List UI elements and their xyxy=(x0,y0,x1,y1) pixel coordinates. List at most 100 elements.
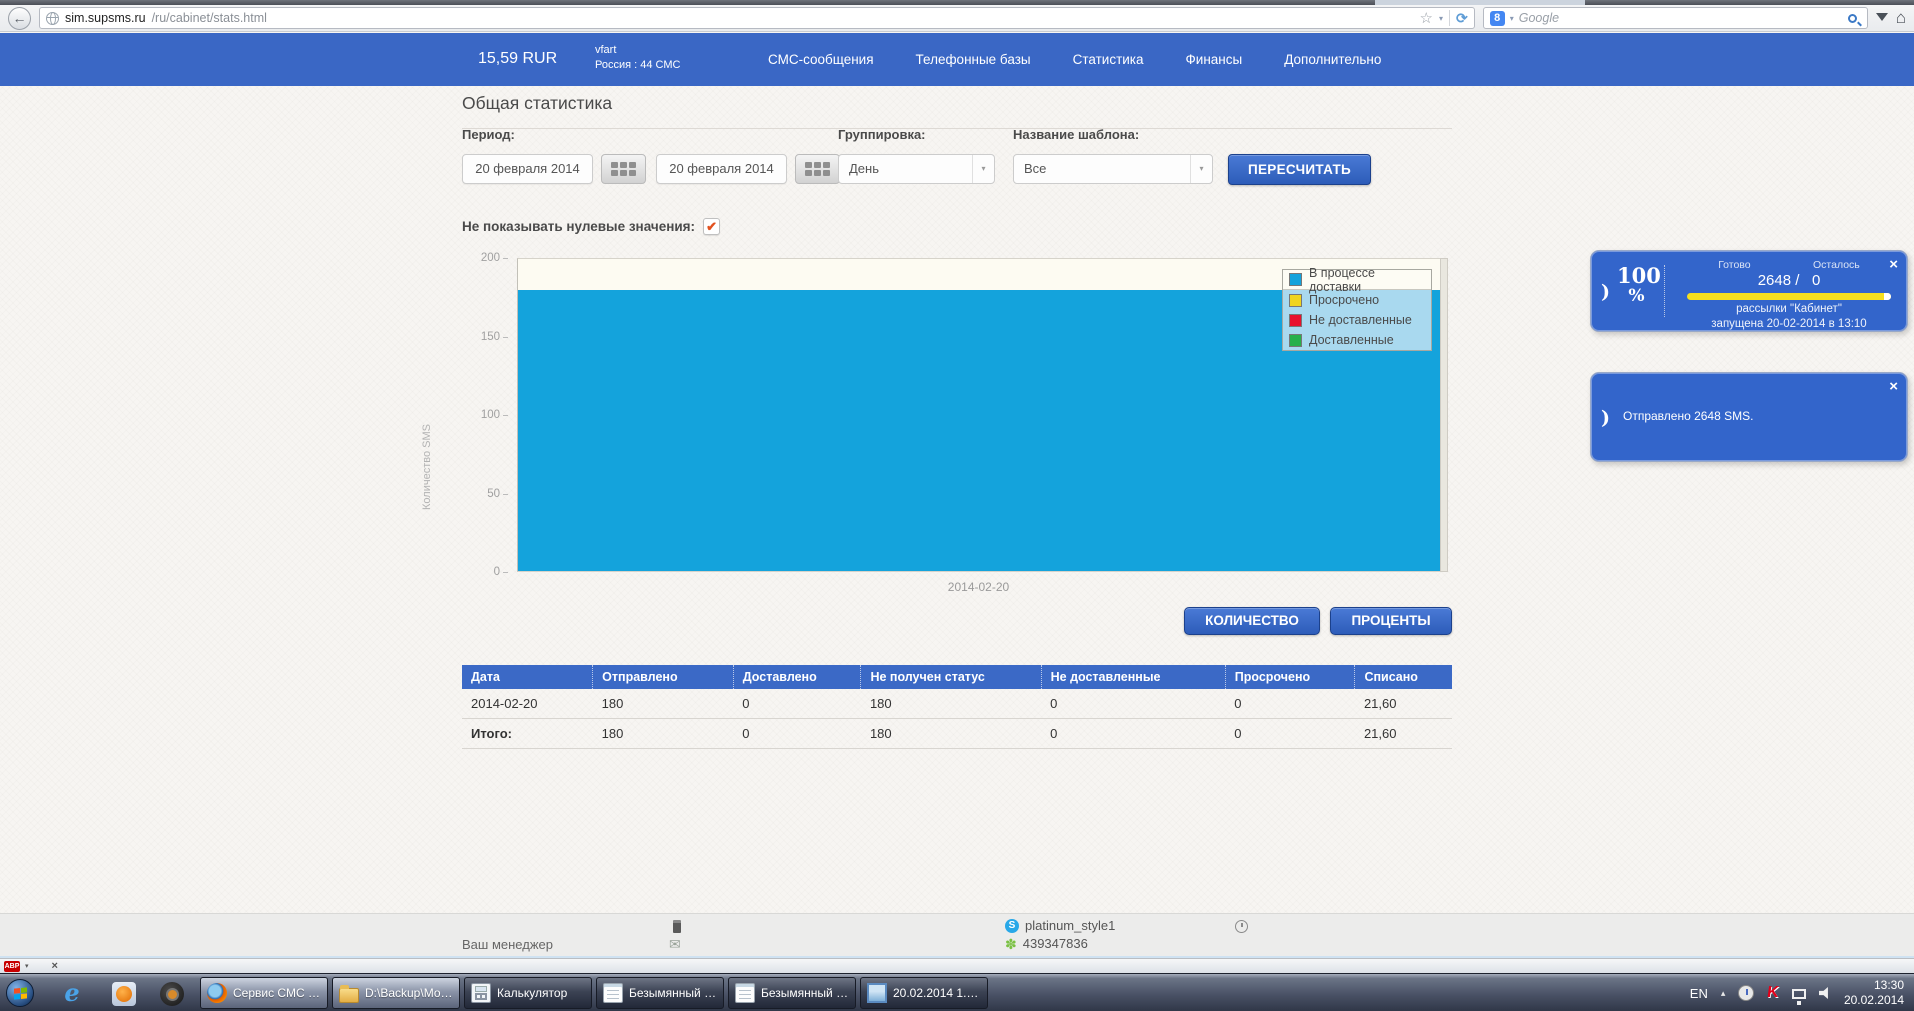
stats-table: ДатаОтправленоДоставленоНе получен стату… xyxy=(462,665,1452,749)
adblock-dropdown-icon[interactable]: ▾ xyxy=(25,962,29,970)
chart-y-ticks: 050100150200 xyxy=(440,258,508,572)
template-select[interactable]: Все ▾ xyxy=(1013,154,1213,184)
progress-notification: × ) 100 % Готово Осталось 2648 / 0 рассы… xyxy=(1590,250,1908,332)
taskbar-clock[interactable]: 13:30 20.02.2014 xyxy=(1844,978,1908,1008)
table-cell: 0 xyxy=(1225,689,1355,719)
close-icon[interactable]: × xyxy=(1889,378,1898,395)
bookmark-star-icon[interactable]: ☆ xyxy=(1420,9,1433,27)
template-value: Все xyxy=(1024,161,1046,176)
notepad-icon xyxy=(735,983,755,1003)
back-button[interactable]: ← xyxy=(8,7,31,30)
percent-button[interactable]: ПРОЦЕНТЫ xyxy=(1330,607,1452,635)
hide-zero-checkbox[interactable]: ✔ xyxy=(703,218,720,235)
search-placeholder: Google xyxy=(1519,11,1843,25)
task-button-3[interactable]: Безымянный — ... xyxy=(596,977,724,1009)
home-icon[interactable]: ⌂ xyxy=(1896,8,1906,28)
windows-logo-icon xyxy=(14,987,27,999)
table-header-cell-2: Доставлено xyxy=(733,665,861,689)
y-tick-label: 100 xyxy=(481,409,508,421)
legend-item-3[interactable]: Доставленные xyxy=(1283,330,1431,350)
kaspersky-icon[interactable]: K xyxy=(1766,984,1780,1002)
site-navbar: 15,59 RUR vfart Россия : 44 СМС СМС-сооб… xyxy=(0,33,1914,86)
balance-label[interactable]: 15,59 RUR xyxy=(478,50,557,68)
taskbar: e Сервис СМС рас...D:\Backup\Мои д... Кал… xyxy=(0,973,1914,1011)
search-engine-dropdown-icon[interactable]: ▾ xyxy=(1510,14,1514,23)
table-header-cell-4: Не доставленные xyxy=(1041,665,1225,689)
task-label: Калькулятор xyxy=(497,986,567,1000)
internet-explorer-icon[interactable]: e xyxy=(60,982,84,1006)
menu-item-4[interactable]: Дополнительно xyxy=(1284,52,1381,67)
table-cell: 180 xyxy=(861,719,1041,749)
progress-percent: 100 % xyxy=(1617,265,1665,317)
start-button[interactable] xyxy=(6,979,34,1007)
menu-item-2[interactable]: Статистика xyxy=(1073,52,1144,67)
table-cell: 180 xyxy=(593,719,734,749)
menu-item-3[interactable]: Финансы xyxy=(1186,52,1243,67)
task-button-5[interactable]: 20.02.2014 1.34.P... xyxy=(860,977,988,1009)
page-footer: Ваш менеджер ✉ S platinum_style1 ✽ 43934… xyxy=(0,913,1914,958)
task-label: Безымянный — ... xyxy=(629,986,717,1000)
table-header-cell-0: Дата xyxy=(462,665,593,689)
table-cell: 180 xyxy=(593,689,734,719)
table-cell: 180 xyxy=(861,689,1041,719)
table-header-cell-6: Списано xyxy=(1355,665,1452,689)
chevron-down-icon[interactable]: ▾ xyxy=(972,155,994,183)
date-from-input[interactable]: 20 февраля 2014 xyxy=(462,154,593,184)
adblock-icon[interactable]: ABP xyxy=(4,961,20,972)
task-button-1[interactable]: D:\Backup\Мои д... xyxy=(332,977,460,1009)
legend-item-0[interactable]: В процессе доставки xyxy=(1283,270,1431,290)
calc-icon xyxy=(471,983,491,1003)
table-cell: 0 xyxy=(733,689,861,719)
grouping-select[interactable]: День ▾ xyxy=(838,154,995,184)
chart-y-axis-label: Количество SMS xyxy=(421,412,433,522)
audio-app-icon[interactable] xyxy=(160,982,184,1006)
chevron-down-icon[interactable]: ▾ xyxy=(1190,155,1212,183)
chart-plot-area: В процессе доставки Просрочено Не доставле… xyxy=(517,258,1440,572)
tray-expand-icon[interactable]: ▴ xyxy=(1721,988,1726,999)
url-bar[interactable]: sim.supsms.ru /ru/cabinet/stats.html ☆ ▾… xyxy=(39,7,1475,29)
reload-icon[interactable]: ⟳ xyxy=(1456,10,1468,27)
legend-label: Просрочено xyxy=(1309,293,1379,307)
campaign-start-time: запущена 20-02-2014 в 13:10 xyxy=(1687,318,1891,330)
firefox-icon xyxy=(207,983,227,1003)
quantity-button[interactable]: КОЛИЧЕСТВО xyxy=(1184,607,1320,635)
tray-clock-app-icon[interactable] xyxy=(1738,985,1754,1001)
legend-swatch-icon xyxy=(1289,334,1302,347)
search-icon[interactable] xyxy=(1848,14,1857,23)
skype-icon: S xyxy=(1005,919,1019,933)
y-tick-label: 200 xyxy=(481,252,508,264)
google-search-engine-icon[interactable]: 8 xyxy=(1490,11,1505,26)
screen: ← sim.supsms.ru /ru/cabinet/stats.html ☆… xyxy=(0,0,1914,1011)
language-indicator[interactable]: EN xyxy=(1690,986,1708,1001)
task-button-0[interactable]: Сервис СМС рас... xyxy=(200,977,328,1009)
task-button-4[interactable]: Безымянный — ... xyxy=(728,977,856,1009)
notepad-icon xyxy=(603,983,623,1003)
network-icon[interactable] xyxy=(1792,989,1806,999)
system-tray: EN ▴ K 13:30 20.02.2014 xyxy=(1690,974,1908,1011)
task-button-2[interactable]: Калькулятор xyxy=(464,977,592,1009)
envelope-icon[interactable]: ✉ xyxy=(669,936,681,953)
search-input[interactable]: 8 ▾ Google xyxy=(1483,7,1868,29)
table-row-1: Итого:18001800021,60 xyxy=(462,719,1452,749)
phone-icon xyxy=(673,920,681,933)
globe-icon xyxy=(46,12,59,25)
addonbar-close-icon[interactable]: × xyxy=(52,960,58,972)
icq-flower-icon: ✽ xyxy=(1005,937,1017,951)
downloads-icon[interactable] xyxy=(1876,13,1888,27)
calendar-to-icon[interactable] xyxy=(795,154,840,184)
legend-label: Не доставленные xyxy=(1309,313,1412,327)
urlbar-dropdown-icon[interactable]: ▾ xyxy=(1439,14,1443,23)
recalculate-button[interactable]: ПЕРЕСЧИТАТЬ xyxy=(1228,154,1371,185)
menu-item-1[interactable]: Телефонные базы xyxy=(916,52,1031,67)
calendar-from-icon[interactable] xyxy=(601,154,646,184)
icq-contact[interactable]: ✽ 439347836 xyxy=(1005,936,1088,951)
legend-swatch-icon xyxy=(1289,314,1302,327)
grouping-label: Группировка: xyxy=(838,127,926,142)
volume-icon[interactable] xyxy=(1819,987,1831,999)
media-player-icon[interactable] xyxy=(112,982,136,1006)
skype-contact[interactable]: S platinum_style1 xyxy=(1005,918,1115,933)
date-to-input[interactable]: 20 февраля 2014 xyxy=(656,154,787,184)
legend-item-2[interactable]: Не доставленные xyxy=(1283,310,1431,330)
table-cell: 0 xyxy=(1041,689,1225,719)
menu-item-0[interactable]: СМС-сообщения xyxy=(768,52,874,67)
